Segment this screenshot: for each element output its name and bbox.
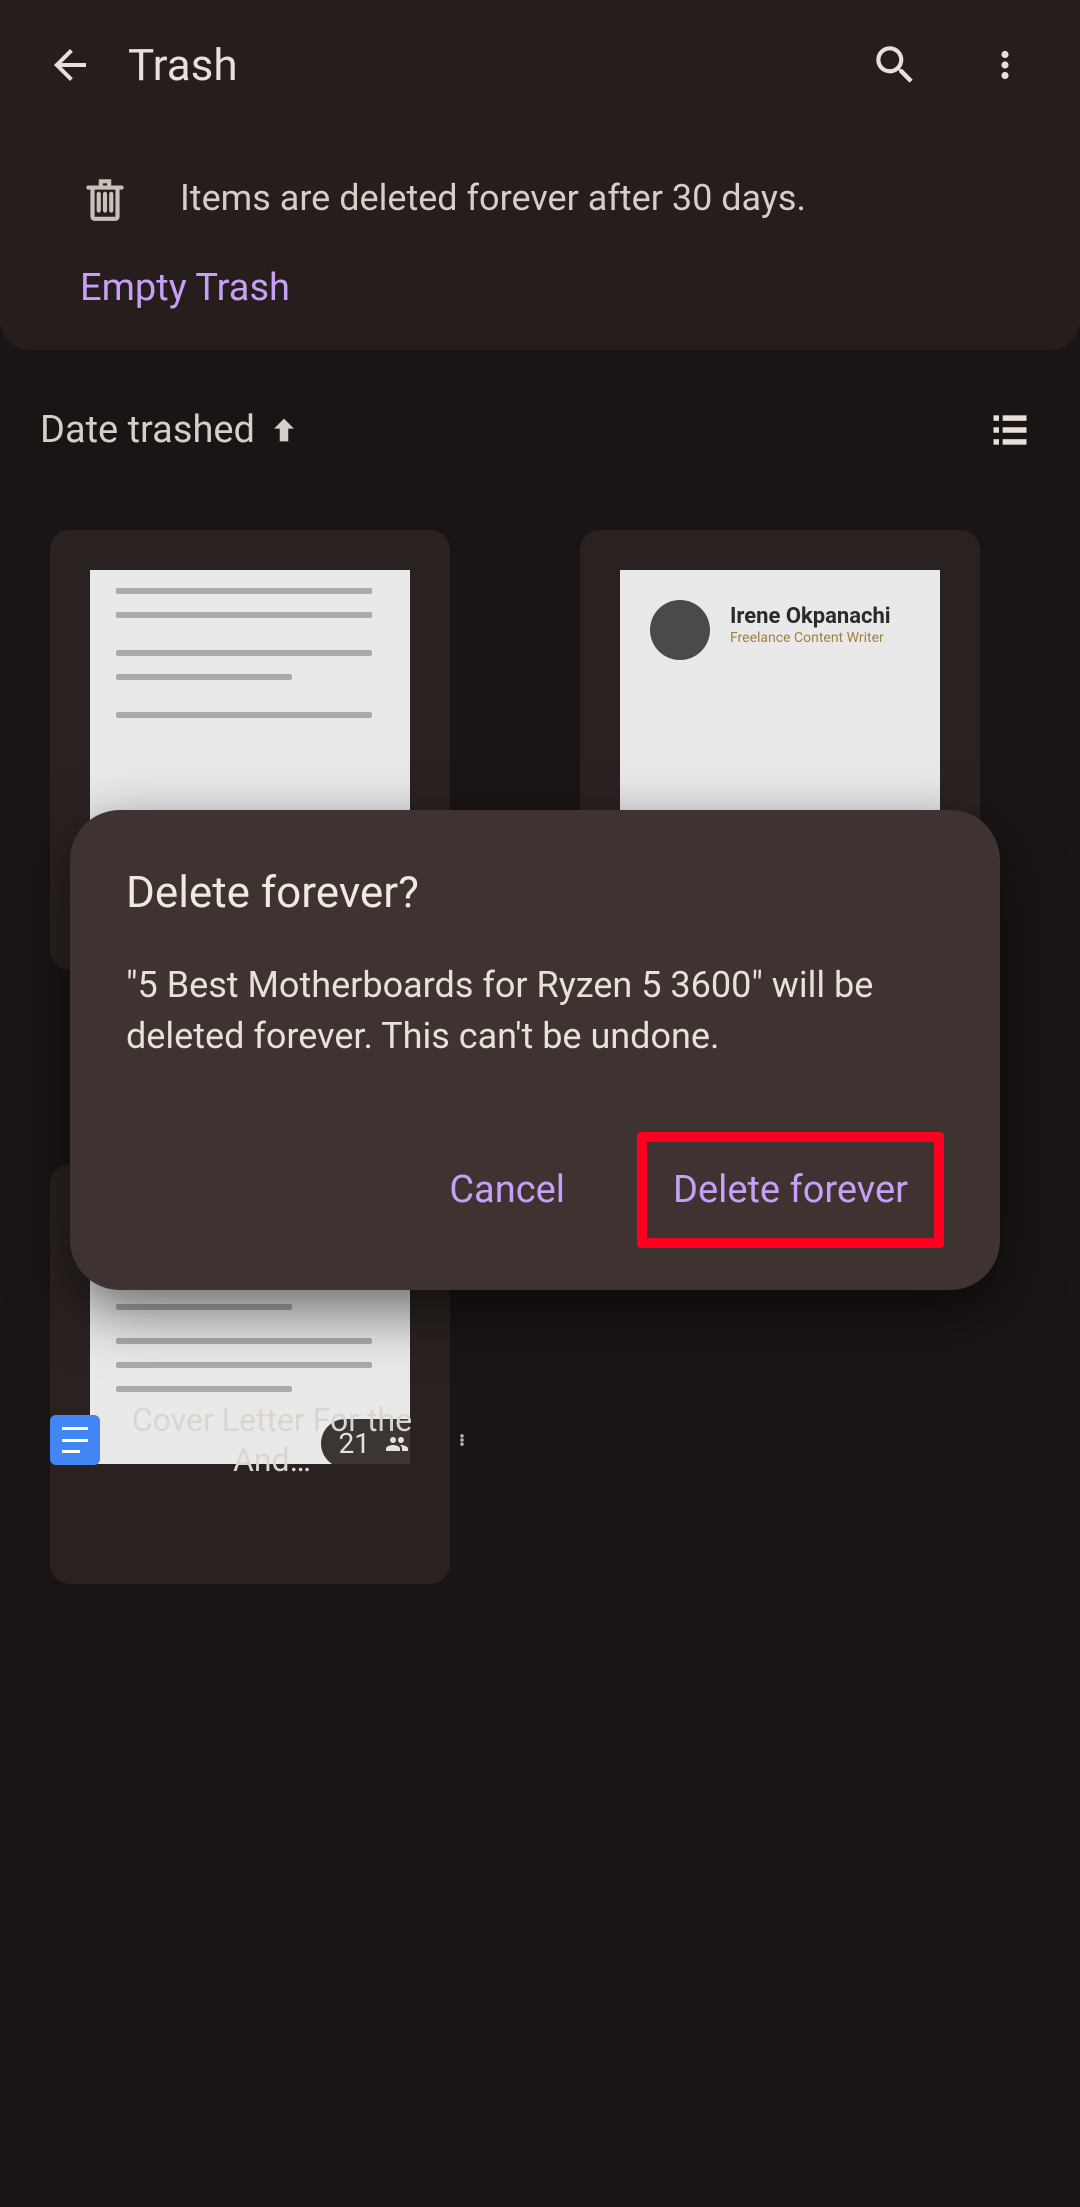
dialog-body: "5 Best Motherboards for Ryzen 5 3600" w… xyxy=(126,960,944,1062)
delete-forever-button[interactable]: Delete forever xyxy=(637,1132,944,1248)
cancel-button[interactable]: Cancel xyxy=(425,1152,589,1228)
delete-forever-dialog: Delete forever? "5 Best Motherboards for… xyxy=(70,810,1000,1290)
dialog-actions: Cancel Delete forever xyxy=(126,1132,944,1248)
dialog-title: Delete forever? xyxy=(126,866,944,918)
